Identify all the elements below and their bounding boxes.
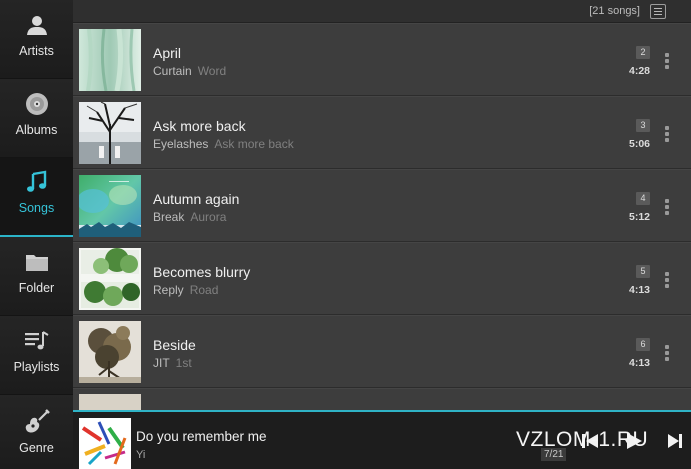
overflow-menu-icon[interactable]	[665, 345, 669, 361]
song-duration: 4:13	[628, 357, 650, 369]
song-title: Becomes blurry	[153, 264, 251, 280]
library-sidebar: Artists Albums Songs Folder Playlists Ge…	[0, 0, 73, 469]
sidebar-item-genre[interactable]: Genre	[0, 395, 73, 469]
song-row[interactable]: Becomes blurry Reply Road 5 4:13	[73, 242, 691, 315]
album-art	[79, 321, 141, 383]
now-playing-bar[interactable]: Do you remember me Yi 7/21 VZLOM-1.RU	[73, 410, 691, 469]
song-count: [21 songs]	[589, 5, 640, 17]
song-title: Ask more back	[153, 118, 246, 134]
sidebar-item-label: Folder	[18, 281, 55, 295]
track-number-badge: 2	[636, 46, 650, 59]
sidebar-item-label: Albums	[15, 123, 58, 137]
song-album: Word	[197, 64, 227, 78]
folder-icon	[24, 249, 50, 275]
sidebar-item-label: Artists	[19, 44, 54, 58]
sidebar-item-label: Genre	[19, 441, 54, 455]
song-album: Aurora	[190, 210, 227, 224]
track-number-badge: 5	[636, 265, 650, 278]
track-number-badge: 4	[636, 192, 650, 205]
list-header: [21 songs]	[73, 0, 691, 23]
song-artist: Break	[153, 210, 185, 224]
list-view-icon[interactable]	[650, 4, 666, 19]
song-duration: 4:13	[628, 284, 650, 296]
track-number-badge: 6	[636, 338, 650, 351]
song-artist: JIT	[153, 356, 170, 370]
next-track-icon[interactable]	[667, 432, 683, 455]
disc-icon	[24, 91, 50, 117]
person-icon	[24, 12, 50, 38]
guitar-icon	[24, 409, 50, 435]
song-title: Beside	[153, 337, 196, 353]
song-album: 1st	[175, 356, 192, 370]
sidebar-item-songs[interactable]: Songs	[0, 158, 73, 237]
song-album: Road	[189, 283, 219, 297]
sidebar-item-label: Songs	[18, 201, 55, 215]
album-art	[77, 175, 141, 237]
song-artist: Curtain	[153, 64, 192, 78]
album-art	[79, 101, 141, 164]
overflow-menu-icon[interactable]	[665, 53, 669, 69]
track-number-badge: 3	[636, 119, 650, 132]
overflow-menu-icon[interactable]	[665, 126, 669, 142]
music-note-icon	[24, 169, 50, 195]
song-duration: 4:28	[628, 65, 650, 77]
now-playing-artist: Yi	[136, 449, 146, 461]
song-list: April Curtain Word 2 4:28 Ask more back E…	[73, 23, 691, 410]
song-row[interactable]: Autumn again Break Aurora 4 5:12	[73, 169, 691, 242]
now-playing-album-art	[79, 418, 131, 469]
song-artist: Eyelashes	[153, 137, 209, 151]
song-duration: 5:06	[628, 138, 650, 150]
album-art	[79, 394, 141, 410]
song-duration: 5:12	[628, 211, 650, 223]
now-playing-title: Do you remember me	[136, 429, 267, 444]
album-art	[79, 28, 141, 92]
sidebar-item-albums[interactable]: Albums	[0, 79, 73, 158]
song-album: Ask more back	[214, 137, 294, 151]
song-title: April	[153, 45, 182, 61]
song-row[interactable]: April Curtain Word 2 4:28	[73, 23, 691, 96]
album-art	[79, 248, 141, 310]
song-row[interactable]: Ask more back Eyelashes Ask more back 3 5…	[73, 96, 691, 169]
song-title: Autumn again	[153, 191, 240, 207]
song-row[interactable]: Beside JIT 1st 6 4:13	[73, 315, 691, 388]
overflow-menu-icon[interactable]	[665, 199, 669, 215]
sidebar-item-artists[interactable]: Artists	[0, 0, 73, 79]
song-row-partial[interactable]	[73, 388, 691, 410]
sidebar-item-playlists[interactable]: Playlists	[0, 316, 73, 395]
sidebar-item-label: Playlists	[13, 360, 60, 374]
sidebar-item-folder[interactable]: Folder	[0, 237, 73, 316]
song-artist: Reply	[153, 283, 184, 297]
overflow-menu-icon[interactable]	[665, 272, 669, 288]
watermark: VZLOM-1.RU	[516, 428, 649, 451]
playlist-icon	[24, 328, 50, 354]
